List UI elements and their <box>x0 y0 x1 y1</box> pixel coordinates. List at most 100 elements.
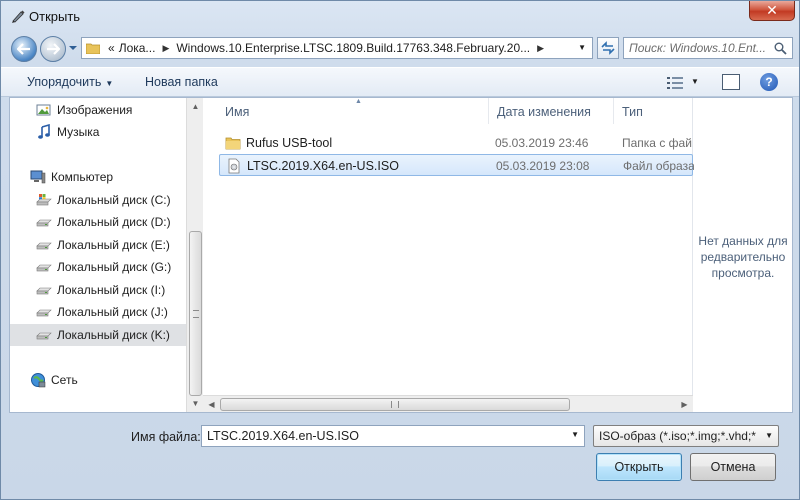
nav-item-label: Изображения <box>57 103 133 117</box>
address-dropdown-icon[interactable]: ▼ <box>578 43 586 52</box>
file-type: Папка с фай... <box>622 136 693 150</box>
column-header-type[interactable]: Тип <box>614 98 693 124</box>
chevron-down-icon: ▼ <box>765 431 773 440</box>
browser-area: Изображения Музыка Компьютер Локальный д… <box>9 97 793 413</box>
nav-item-label: Сеть <box>51 373 78 387</box>
nav-item-music[interactable]: Музыка <box>10 121 186 143</box>
system-drive-icon <box>36 194 52 206</box>
scroll-right-icon[interactable]: ▶ <box>676 396 693 413</box>
network-icon <box>31 373 46 388</box>
drive-icon <box>36 242 52 250</box>
file-list-horizontal-scrollbar[interactable]: ◀ ▶ <box>203 395 693 412</box>
column-header-date[interactable]: Дата изменения <box>489 98 614 124</box>
column-header-name[interactable]: Имя <box>217 98 489 124</box>
nav-item-drive-e[interactable]: Локальный диск (E:) <box>10 234 186 256</box>
nav-item-label: Локальный диск (K:) <box>57 328 170 342</box>
view-dropdown-icon[interactable]: ▼ <box>691 77 699 86</box>
back-button[interactable] <box>11 36 37 62</box>
address-segment-up[interactable]: « <box>106 41 117 55</box>
nav-item-label: Компьютер <box>51 170 114 184</box>
address-segment-drive[interactable]: Лока... <box>117 41 158 55</box>
title-bar: Открыть ✕ <box>1 1 799 33</box>
filename-value: LTSC.2019.X64.en-US.ISO <box>207 429 359 443</box>
view-options-icon[interactable] <box>667 76 683 90</box>
navigation-pane: Изображения Музыка Компьютер Локальный д… <box>10 98 186 412</box>
preview-message: Нет данных для редварительно просмотра. <box>694 233 792 281</box>
nav-item-label: Локальный диск (J:) <box>57 305 168 319</box>
scrollbar-thumb[interactable] <box>189 231 202 396</box>
forward-button[interactable] <box>40 36 66 62</box>
drive-icon <box>36 264 52 272</box>
command-bar: Упорядочить ▼ Новая папка ▼ ? <box>1 67 799 97</box>
refresh-icon <box>601 41 615 55</box>
open-button[interactable]: Открыть <box>596 453 682 481</box>
drive-icon <box>36 287 52 295</box>
folder-icon <box>86 43 100 54</box>
iso-file-icon <box>228 158 240 174</box>
filetype-select[interactable]: ISO-образ (*.iso;*.img;*.vhd;* ▼ <box>593 425 779 447</box>
scroll-down-icon[interactable]: ▼ <box>187 395 204 412</box>
file-type: Файл образа... <box>623 159 694 173</box>
nav-item-label: Музыка <box>57 125 100 139</box>
file-row[interactable]: LTSC.2019.X64.en-US.ISO 05.03.2019 23:08… <box>219 154 694 176</box>
address-separator-icon[interactable]: ▶ <box>157 43 174 54</box>
scroll-up-icon[interactable]: ▲ <box>187 98 204 115</box>
nav-item-label: Локальный диск (C:) <box>57 193 171 207</box>
preview-pane: Нет данных для редварительно просмотра. <box>694 98 792 412</box>
filetype-value: ISO-образ (*.iso;*.img;*.vhd;* <box>599 429 756 443</box>
close-button[interactable]: ✕ <box>749 1 795 21</box>
pictures-icon <box>36 104 51 116</box>
cancel-button[interactable]: Отмена <box>690 453 776 481</box>
computer-icon <box>30 170 46 184</box>
file-name: LTSC.2019.X64.en-US.ISO <box>247 159 399 173</box>
address-segment-folder[interactable]: Windows.10.Enterprise.LTSC.1809.Build.17… <box>174 41 532 55</box>
drive-icon <box>36 219 52 227</box>
drive-icon <box>36 309 52 317</box>
nav-item-label: Локальный диск (D:) <box>57 215 171 229</box>
recent-locations-dropdown[interactable] <box>68 43 78 53</box>
search-input[interactable]: Поиск: Windows.10.Ent... <box>623 37 793 59</box>
chevron-down-icon: ▼ <box>105 79 114 88</box>
file-date: 05.03.2019 23:46 <box>495 136 589 150</box>
music-icon <box>38 124 50 139</box>
nav-item-drive-i[interactable]: Локальный диск (I:) <box>10 279 186 301</box>
nav-item-label: Локальный диск (G:) <box>57 260 172 274</box>
preview-line: Нет данных для <box>698 234 788 248</box>
open-file-dialog: Открыть ✕ « Лока... ▶ Windows.10.Enterpr… <box>0 0 800 500</box>
nav-item-network[interactable]: Сеть <box>10 369 186 391</box>
nav-item-label: Локальный диск (E:) <box>57 238 170 252</box>
arrow-left-icon <box>17 43 30 55</box>
address-bar[interactable]: « Лока... ▶ Windows.10.Enterprise.LTSC.1… <box>81 37 593 59</box>
scrollbar-thumb[interactable] <box>220 398 570 411</box>
grip-icon <box>391 401 399 408</box>
address-separator-icon[interactable]: ▶ <box>532 43 549 54</box>
search-placeholder: Поиск: Windows.10.Ent... <box>629 41 766 55</box>
filename-label: Имя файла: <box>131 430 201 444</box>
drive-icon <box>36 332 52 340</box>
organize-button[interactable]: Упорядочить ▼ <box>27 75 113 89</box>
file-name: Rufus USB-tool <box>246 136 333 150</box>
preview-line: просмотра. <box>711 266 775 280</box>
nav-item-pictures[interactable]: Изображения <box>10 99 186 121</box>
arrow-right-icon <box>47 43 60 55</box>
scroll-left-icon[interactable]: ◀ <box>203 396 220 413</box>
close-icon: ✕ <box>766 2 778 18</box>
file-date: 05.03.2019 23:08 <box>496 159 590 173</box>
new-folder-button[interactable]: Новая папка <box>145 75 218 89</box>
pen-icon <box>12 10 25 23</box>
file-row[interactable]: Rufus USB-tool 05.03.2019 23:46 Папка с … <box>219 132 693 154</box>
refresh-button[interactable] <box>597 37 619 59</box>
help-icon[interactable]: ? <box>760 73 778 91</box>
filename-input[interactable]: LTSC.2019.X64.en-US.ISO ▼ <box>201 425 585 447</box>
nav-item-drive-k[interactable]: Локальный диск (K:) <box>10 324 186 346</box>
filename-dropdown-icon[interactable]: ▼ <box>571 430 579 439</box>
nav-item-drive-d[interactable]: Локальный диск (D:) <box>10 211 186 233</box>
navigation-bar: « Лока... ▶ Windows.10.Enterprise.LTSC.1… <box>1 33 799 63</box>
navigation-pane-scrollbar[interactable]: ▲ ▼ <box>186 98 203 412</box>
nav-item-drive-j[interactable]: Локальный диск (J:) <box>10 301 186 323</box>
nav-item-computer[interactable]: Компьютер <box>10 166 186 188</box>
grip-icon <box>193 310 199 318</box>
nav-item-drive-c[interactable]: Локальный диск (C:) <box>10 189 186 211</box>
preview-pane-toggle[interactable] <box>722 74 740 90</box>
nav-item-drive-g[interactable]: Локальный диск (G:) <box>10 256 186 278</box>
